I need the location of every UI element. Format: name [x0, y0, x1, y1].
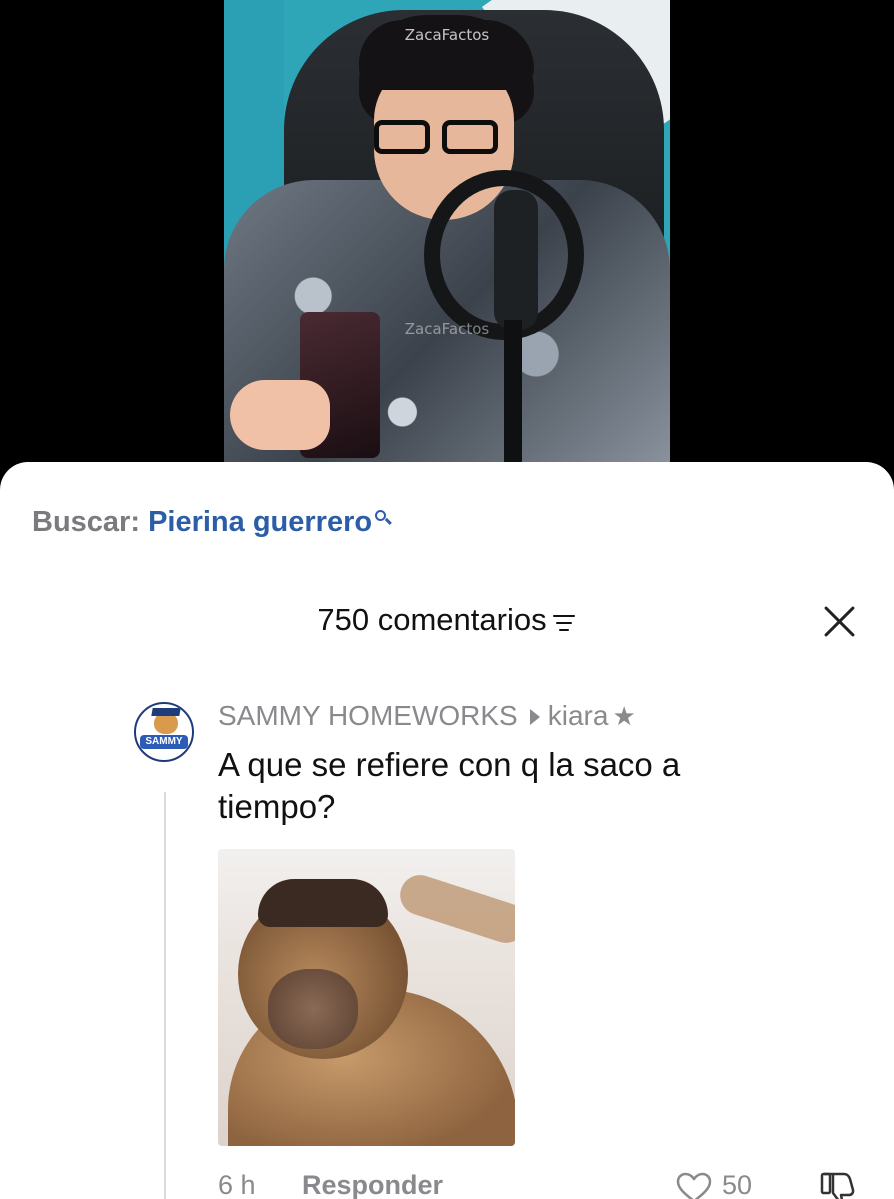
search-icon[interactable] [374, 506, 392, 528]
heart-icon[interactable] [676, 1170, 716, 1199]
star-icon: ★ [612, 701, 636, 731]
close-icon[interactable] [822, 604, 856, 638]
comment-text: A que se refiere con q la saco a tiempo? [218, 746, 681, 825]
video-watermark-secondary: ZacaFactos [404, 320, 490, 338]
dislike-icon[interactable] [820, 1170, 858, 1199]
monkey-cap-graphic [258, 879, 388, 927]
app-screen: ZacaFactos ZacaFactos Buscar: Pierina gu… [0, 0, 894, 1199]
monkey-face-graphic [268, 969, 358, 1049]
search-prefix: Buscar: [32, 506, 140, 538]
comment-header: SAMMY HOMEWORKS kiara ★ [218, 700, 636, 732]
reply-arrow-icon [529, 708, 540, 725]
search-query-link[interactable]: Pierina guerrero [148, 506, 372, 538]
filter-icon[interactable] [551, 611, 577, 633]
reply-button[interactable]: Responder [302, 1170, 443, 1199]
video-person-glasses [374, 120, 504, 156]
comments-count-header: 750 comentarios [0, 602, 894, 638]
comments-sheet: Buscar: Pierina guerrero 750 comentarios… [0, 462, 894, 1199]
thread-line [164, 792, 166, 1199]
avatar-label: SAMMY [140, 735, 188, 749]
like-count: 50 [722, 1170, 753, 1199]
like-button[interactable]: 50 [676, 1170, 752, 1199]
monkey-arm-graphic [395, 869, 515, 949]
search-suggestion[interactable]: Buscar: Pierina guerrero [32, 506, 392, 539]
video-hand [230, 380, 330, 450]
comment-image[interactable] [218, 849, 515, 1146]
reply-to-user[interactable]: kiara [548, 700, 609, 731]
comment-author[interactable]: SAMMY HOMEWORKS [218, 700, 518, 731]
video-mic-stand [504, 320, 522, 470]
video-player[interactable]: ZacaFactos ZacaFactos [224, 0, 670, 470]
video-microphone [494, 190, 538, 330]
avatar-cap-graphic [151, 708, 181, 716]
comment-time: 6 h [218, 1170, 256, 1199]
avatar[interactable]: SAMMY [134, 702, 194, 762]
comments-count: 750 comentarios [317, 602, 547, 637]
video-watermark: ZacaFactos [404, 26, 490, 44]
